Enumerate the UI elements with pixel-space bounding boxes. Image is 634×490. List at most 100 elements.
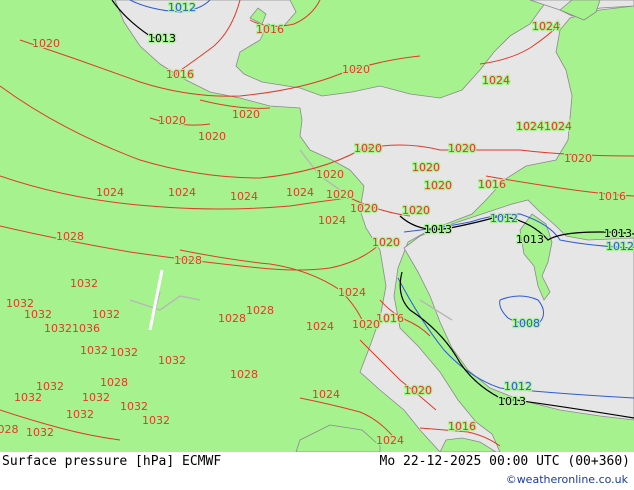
isobar-label: 1020 <box>411 160 441 175</box>
isobar-label: 1008 <box>511 316 541 331</box>
isobar-label: 1024 <box>515 119 545 134</box>
isobar-label-text: 1028 <box>246 304 274 317</box>
isobar-label-text: 1020 <box>326 188 354 201</box>
isobar-label-text: 1020 <box>342 63 370 76</box>
isobar-label-text: 1032 <box>66 408 94 421</box>
isobar-label: 1016 <box>477 177 507 192</box>
isobar-label-text: 1032 <box>158 354 186 367</box>
isobar-label-text: 1013 <box>424 223 452 236</box>
isobar-label-text: 1024 <box>544 120 572 133</box>
map-canvas: 10121013101610201016 1020102410241020 1020… <box>0 0 634 453</box>
isobar-label: 1024 <box>375 433 405 448</box>
isobar-label: 1036 <box>71 321 101 336</box>
isobar-label: 1020 <box>563 151 593 166</box>
isobar-label-text: 1020 <box>32 37 60 50</box>
isobar-label: 1024 <box>531 19 561 34</box>
isobar-label-text: 1024 <box>338 286 366 299</box>
isobar-label: 1012 <box>489 211 519 226</box>
isobar-label: 1013 <box>603 226 633 241</box>
isobar-label: 1020 <box>423 178 453 193</box>
isobar-label-text: 1016 <box>598 190 626 203</box>
isobar-label-text: 1032 <box>80 344 108 357</box>
isobar-label-text: 1020 <box>316 168 344 181</box>
isobar-label: 1020 <box>403 383 433 398</box>
isobar-label: 1032 <box>141 413 171 428</box>
isobar-label-text: 1020 <box>352 318 380 331</box>
isobar-label-text: 1032 <box>110 346 138 359</box>
isobar-label-text: 1020 <box>424 179 452 192</box>
isobar-label: 1012 <box>503 379 533 394</box>
isobar-label-text: 1032 <box>24 308 52 321</box>
pressure-map[interactable]: 1012 1013 1016 1020 1016 1020 1024 1024 1020 1020… <box>0 0 634 453</box>
isobar-label-text: 1016 <box>376 312 404 325</box>
isobar-label: 1032 <box>43 321 73 336</box>
isobar-label: 1028 <box>99 375 129 390</box>
isobar-label-text: 1032 <box>142 414 170 427</box>
isobar-label: 1016 <box>597 189 627 204</box>
map-footer: Surface pressure [hPa] ECMWF Mo 22-12-20… <box>0 452 634 490</box>
isobar-label: 1013 <box>497 394 527 409</box>
isobar-label: 1032 <box>23 307 53 322</box>
isobar-label-text: 1024 <box>516 120 544 133</box>
isobar-label: 1020 <box>157 113 187 128</box>
isobar-label-text: 1032 <box>120 400 148 413</box>
isobar-label-text: 1024 <box>286 186 314 199</box>
isobar-label-text: 1016 <box>166 68 194 81</box>
isobar-label-text: 1008 <box>512 317 540 330</box>
isobar-label-text: 1032 <box>14 391 42 404</box>
isobar-label: 1032 <box>91 307 121 322</box>
isobar-label-text: 1012 <box>606 240 634 253</box>
isobar-label-text: 1024 <box>312 388 340 401</box>
isobar-label-text: 1032 <box>26 426 54 439</box>
isobar-label: 1028 <box>245 303 275 318</box>
isobar-label-text: 1020 <box>564 152 592 165</box>
isobar-label: 1016 <box>255 22 285 37</box>
isobar-label: 1032 <box>157 353 187 368</box>
isobar-label: 1016 <box>165 67 195 82</box>
isobar-label: 1028 <box>217 311 247 326</box>
isobar-label: 1024 <box>543 119 573 134</box>
isobar-label: 1020 <box>341 62 371 77</box>
isobar-label-text: 1020 <box>198 130 226 143</box>
isobar-label: 1020 <box>351 317 381 332</box>
isobar-label-text: 1020 <box>402 204 430 217</box>
isobar-label-text: 1024 <box>168 186 196 199</box>
isobar-label-text: 1024 <box>376 434 404 447</box>
isobar-label: 1020 <box>371 235 401 250</box>
isobar-label: 1032 <box>79 343 109 358</box>
isobar-label-text: 1012 <box>168 1 196 14</box>
isobar-label-text: 1032 <box>82 391 110 404</box>
isobar-label: 1020 <box>349 201 379 216</box>
isobar-label-text: 1013 <box>604 227 632 240</box>
isobar-label-text: 1016 <box>448 420 476 433</box>
isobar-label-text: 1020 <box>448 142 476 155</box>
credit-link[interactable]: ©weatheronline.co.uk <box>506 473 628 486</box>
isobar-label-text: 1013 <box>516 233 544 246</box>
isobar-label-text: 1020 <box>158 114 186 127</box>
isobar-label: 1028 <box>173 253 203 268</box>
isobar-label-text: 1024 <box>532 20 560 33</box>
isobar-label: 1024 <box>95 185 125 200</box>
isobar-label-text: 1028 <box>218 312 246 325</box>
isobar-label-text: 1028 <box>230 368 258 381</box>
isobar-label: 1024 <box>305 319 335 334</box>
isobar-label: 1024 <box>167 185 197 200</box>
isobar-label: 1032 <box>69 276 99 291</box>
isobar-label: 1012 <box>605 239 634 254</box>
isobar-label: 1020 <box>447 141 477 156</box>
isobar-label: 1016 <box>375 311 405 326</box>
isobar-label: 1024 <box>285 185 315 200</box>
isobar-label-text: 1020 <box>232 108 260 121</box>
isobar-label: 1032 <box>81 390 111 405</box>
isobar-label-text: 028 <box>0 423 19 436</box>
isobar-label: 1013 <box>515 232 545 247</box>
isobar-label-text: 1013 <box>148 32 176 45</box>
isobar-label-text: 1024 <box>306 320 334 333</box>
isobar-label-text: 1013 <box>498 395 526 408</box>
isobar-label: 1024 <box>229 189 259 204</box>
isobar-label-text: 1024 <box>482 74 510 87</box>
land-layer <box>0 0 634 453</box>
isobar-label: 1024 <box>337 285 367 300</box>
isobar-label: 1028 <box>229 367 259 382</box>
isobar-label-text: 1016 <box>256 23 284 36</box>
